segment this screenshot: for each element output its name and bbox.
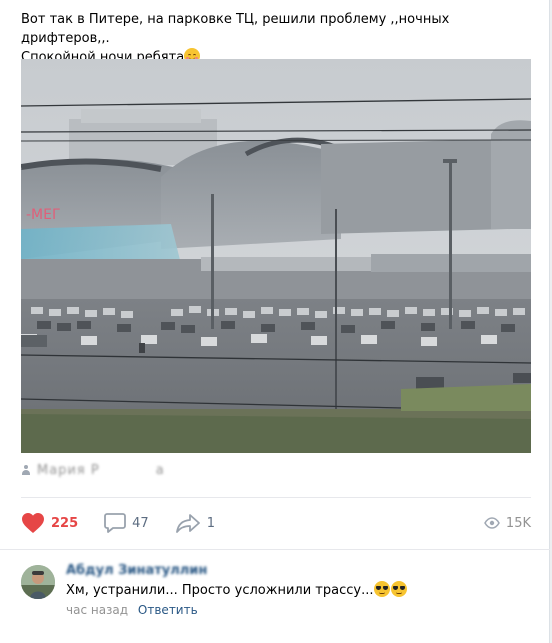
comments-divider (0, 549, 550, 550)
comment-count: 47 (132, 515, 149, 531)
share-count: 1 (206, 515, 215, 531)
post-photo[interactable]: -МЕГ (21, 59, 531, 453)
author-name[interactable]: Мария Р (37, 463, 100, 478)
comment-author[interactable]: Абдул Зинатуллин (66, 564, 526, 579)
like-count: 225 (51, 515, 79, 531)
user-icon (21, 465, 31, 476)
comment-time[interactable]: час назад (66, 603, 128, 617)
sunglasses-face-emoji-icon (374, 581, 391, 597)
reply-link[interactable]: Ответить (138, 603, 198, 617)
comment-meta: час назад Ответить (66, 603, 526, 617)
post-text-line-1: Вот так в Питере, на парковке ТЦ, решили… (21, 12, 450, 46)
post-card: Вот так в Питере, на парковке ТЦ, решили… (0, 0, 550, 643)
commenter-avatar[interactable] (21, 565, 55, 599)
avatar-photo (21, 565, 55, 599)
views-counter: 15K (484, 516, 531, 531)
author-name-tail[interactable]: а (156, 463, 165, 478)
post-actions: 225 47 1 15K (21, 510, 531, 536)
comment-text: Хм, устранили... Просто усложнили трассу… (66, 581, 526, 600)
share-arrow-icon (175, 514, 200, 533)
post-divider (21, 497, 531, 498)
comment-text-content: Хм, устранили... Просто усложнили трассу… (66, 583, 374, 598)
like-button[interactable]: 225 (21, 512, 78, 534)
post-author[interactable]: Мария Р а (21, 463, 165, 478)
sunglasses-face-emoji-icon (391, 581, 408, 597)
svg-text:-МЕГ: -МЕГ (26, 207, 61, 223)
speech-bubble-icon (104, 513, 127, 533)
heart-icon (22, 513, 44, 533)
eye-icon (484, 517, 500, 529)
comment-body: Абдул Зинатуллин Хм, устранили... Просто… (66, 564, 526, 617)
views-count: 15K (505, 515, 531, 531)
comment-button[interactable]: 47 (104, 512, 149, 534)
share-button[interactable]: 1 (175, 513, 215, 533)
parking-lot-photo: -МЕГ (21, 59, 531, 453)
